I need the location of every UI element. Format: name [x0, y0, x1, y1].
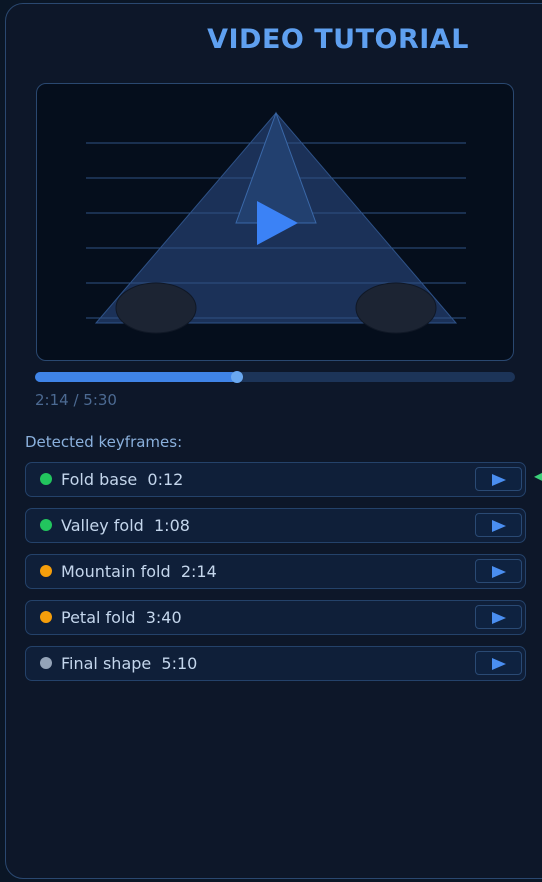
play-icon [492, 474, 506, 486]
play-icon [492, 566, 506, 578]
arrow-left-icon: ◀ [534, 466, 542, 485]
keyframe-label: Mountain fold 2:14 [61, 562, 217, 581]
keyframe-play-button[interactable] [475, 559, 522, 583]
keyframe-play-button[interactable] [475, 467, 522, 491]
status-dot-icon [40, 519, 52, 531]
page-title: VIDEO TUTORIAL [207, 24, 469, 55]
keyframe-label: Final shape 5:10 [61, 654, 198, 673]
status-dot-icon [40, 565, 52, 577]
play-icon [492, 612, 506, 624]
keyframe-row[interactable]: Final shape 5:10 [25, 646, 526, 681]
keyframe-row[interactable]: Valley fold 1:08 [25, 508, 526, 543]
progress-bar[interactable] [35, 371, 515, 383]
status-dot-icon [40, 657, 52, 669]
status-dot-icon [40, 473, 52, 485]
status-dot-icon [40, 611, 52, 623]
progress-scrubber[interactable] [231, 371, 243, 383]
play-icon [492, 520, 506, 532]
keyframes-heading: Detected keyframes: [25, 433, 183, 451]
video-player[interactable] [36, 83, 514, 361]
keyframe-label: Valley fold 1:08 [61, 516, 190, 535]
keyframe-play-button[interactable] [475, 513, 522, 537]
keyframe-row[interactable]: Mountain fold 2:14 [25, 554, 526, 589]
timecode: 2:14 / 5:30 [35, 391, 117, 409]
keyframe-row[interactable]: Petal fold 3:40 [25, 600, 526, 635]
keyframe-label: Petal fold 3:40 [61, 608, 182, 627]
keyframe-play-button[interactable] [475, 651, 522, 675]
keyframe-play-button[interactable] [475, 605, 522, 629]
keyframe-row[interactable]: Fold base 0:12 [25, 462, 526, 497]
video-thumbnail [86, 111, 466, 334]
play-icon [492, 658, 506, 670]
progress-fill [35, 372, 237, 382]
keyframe-list: Fold base 0:12 Valley fold 1:08 Mountain… [25, 462, 526, 692]
keyframe-label: Fold base 0:12 [61, 470, 184, 489]
